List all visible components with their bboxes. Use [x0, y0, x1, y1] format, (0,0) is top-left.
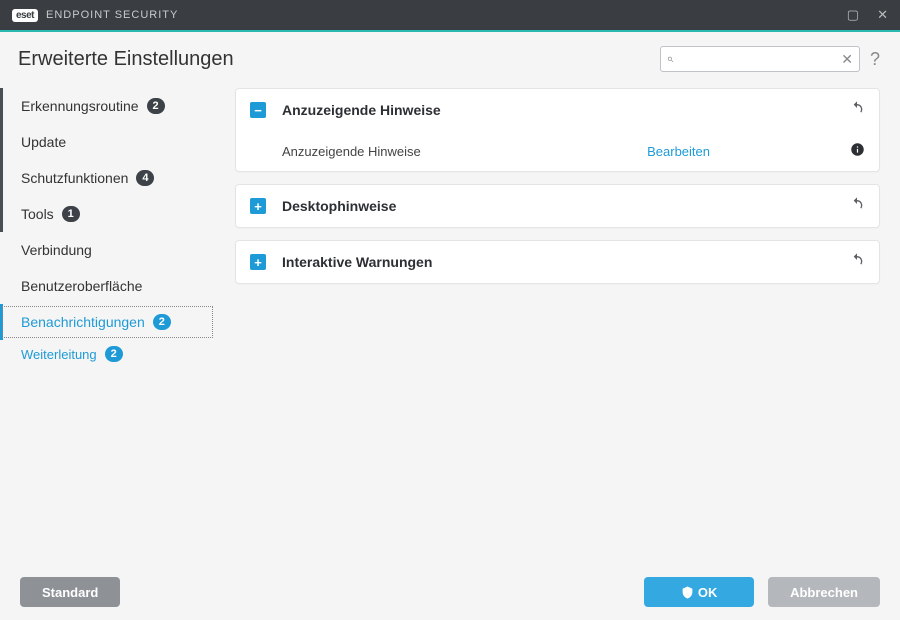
panel-header-desktop-hints[interactable]: + Desktophinweise [236, 185, 879, 227]
sidebar: Erkennungsroutine 2 Update Schutzfunktio… [0, 84, 215, 606]
sidebar-item-notifications[interactable]: Benachrichtigungen 2 [0, 304, 215, 340]
close-icon[interactable]: ✕ [877, 7, 888, 23]
sidebar-item-detection[interactable]: Erkennungsroutine 2 [0, 88, 215, 124]
reset-icon[interactable] [849, 100, 865, 121]
sidebar-item-label: Verbindung [21, 242, 92, 258]
panel-display-hints: − Anzuzeigende Hinweise Anzuzeigende Hin… [235, 88, 880, 172]
reset-icon[interactable] [849, 252, 865, 273]
header: Erweiterte Einstellungen ✕ ? [0, 32, 900, 84]
sidebar-item-label: Schutzfunktionen [21, 170, 128, 186]
reset-icon[interactable] [849, 196, 865, 217]
sidebar-item-label: Benachrichtigungen [21, 314, 145, 330]
sidebar-badge: 1 [62, 206, 80, 222]
ok-button[interactable]: OK [644, 577, 754, 607]
maximize-icon[interactable]: ▢ [847, 7, 859, 23]
default-button[interactable]: Standard [20, 577, 120, 607]
panel-header-display-hints[interactable]: − Anzuzeigende Hinweise [236, 89, 879, 131]
panel-title: Anzuzeigende Hinweise [282, 102, 441, 118]
collapse-icon[interactable]: − [250, 102, 266, 118]
titlebar: eset ENDPOINT SECURITY ▢ ✕ [0, 0, 900, 30]
sidebar-item-label: Erkennungsroutine [21, 98, 139, 114]
sidebar-badge: 2 [153, 314, 171, 330]
sidebar-item-ui[interactable]: Benutzeroberfläche [0, 268, 215, 304]
search-icon [667, 53, 674, 66]
expand-icon[interactable]: + [250, 198, 266, 214]
sidebar-item-update[interactable]: Update [0, 124, 215, 160]
sidebar-item-connection[interactable]: Verbindung [0, 232, 215, 268]
ok-button-label: OK [698, 585, 718, 600]
logo-badge: eset [12, 9, 38, 22]
panel-header-interactive-warnings[interactable]: + Interaktive Warnungen [236, 241, 879, 283]
window-controls: ▢ ✕ [847, 7, 888, 23]
sidebar-badge: 2 [147, 98, 165, 114]
sidebar-item-protection[interactable]: Schutzfunktionen 4 [0, 160, 215, 196]
footer: Standard OK Abbrechen [0, 564, 900, 620]
page-title: Erweiterte Einstellungen [18, 48, 234, 71]
panel-desktop-hints: + Desktophinweise [235, 184, 880, 228]
sidebar-item-label: Benutzeroberfläche [21, 278, 142, 294]
sidebar-subitem-forwarding[interactable]: Weiterleitung 2 [0, 340, 215, 368]
panel-interactive-warnings: + Interaktive Warnungen [235, 240, 880, 284]
cancel-button[interactable]: Abbrechen [768, 577, 880, 607]
panel-title: Desktophinweise [282, 198, 396, 214]
clear-search-icon[interactable]: ✕ [841, 51, 853, 68]
content: − Anzuzeigende Hinweise Anzuzeigende Hin… [215, 84, 900, 606]
shield-icon [681, 586, 694, 599]
help-button[interactable]: ? [870, 49, 880, 70]
search-wrap: ✕ ? [660, 46, 880, 72]
logo-text: ENDPOINT SECURITY [46, 9, 178, 21]
app-logo: eset ENDPOINT SECURITY [12, 9, 178, 22]
sidebar-item-label: Tools [21, 206, 54, 222]
panel-row-display-hints: Anzuzeigende Hinweise Bearbeiten [236, 131, 879, 171]
expand-icon[interactable]: + [250, 254, 266, 270]
search-box[interactable]: ✕ [660, 46, 860, 72]
main: Erkennungsroutine 2 Update Schutzfunktio… [0, 84, 900, 606]
sidebar-badge: 2 [105, 346, 123, 362]
panel-title: Interaktive Warnungen [282, 254, 432, 270]
sidebar-badge: 4 [136, 170, 154, 186]
sidebar-item-label: Weiterleitung [21, 347, 97, 362]
search-input[interactable] [674, 52, 841, 66]
sidebar-item-label: Update [21, 134, 66, 150]
sidebar-item-tools[interactable]: Tools 1 [0, 196, 215, 232]
row-label: Anzuzeigende Hinweise [282, 144, 647, 159]
edit-link[interactable]: Bearbeiten [647, 144, 710, 159]
info-icon[interactable] [850, 142, 865, 160]
